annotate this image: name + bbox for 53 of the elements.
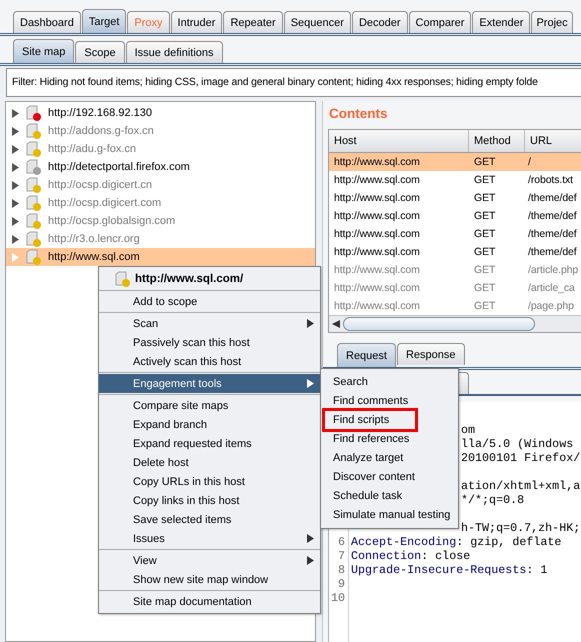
table-cell-text: http://www.sql.com: [333, 210, 421, 222]
table-cell-text: GET: [473, 228, 496, 240]
host-label: http://ocsp.digicert.cn: [48, 179, 152, 191]
code-line: Connection: close: [351, 549, 470, 563]
table-cell-text: http://www.sql.com: [333, 174, 421, 186]
table-cell-text: GET: [473, 174, 496, 186]
host-label: http://ocsp.digicert.com: [48, 197, 162, 209]
table-cell-text: http://www.sql.com: [333, 192, 421, 204]
host-label: http://adu.g-fox.cn: [48, 143, 136, 155]
menu-title: http://www.sql.com/: [135, 273, 244, 285]
line-number: 10: [330, 591, 346, 605]
host-label: http://192.168.92.130: [48, 107, 152, 119]
contents-title: Contents: [328, 105, 388, 123]
line-number: 6: [338, 535, 346, 549]
line-number: 8: [338, 563, 346, 577]
table-cell-text: /article.php: [527, 264, 580, 276]
table-cell-text: GET: [473, 210, 496, 222]
host-label: http://detectportal.firefox.com: [48, 161, 190, 173]
table-cell-text: http://www.sql.com: [333, 156, 421, 168]
host-label: http://www.sql.com: [48, 251, 140, 263]
table-cell-text: http://www.sql.com: [333, 228, 421, 240]
code-line: ation/xhtml+xml,a: [461, 479, 580, 493]
table-cell-text: /robots.txt: [527, 174, 574, 186]
table-cell-text: /theme/def: [527, 246, 578, 258]
filter-text: Filter: Hiding not found items; hiding CSS, image and general binary content; hiding 4xx responses; hiding empty folde: [12, 77, 538, 88]
table-cell-text: /article_ca: [527, 282, 576, 294]
table-cell-text: GET: [473, 282, 496, 294]
table-cell-text: /theme/def: [527, 192, 578, 204]
code-line: Accept-Encoding: gzip, deflate: [351, 535, 562, 549]
table-cell-text: http://www.sql.com: [333, 300, 421, 312]
line-number: 7: [338, 549, 346, 563]
code-line: Upgrade-Insecure-Requests: 1: [351, 563, 548, 577]
code-line: */*;q=0.8: [461, 493, 524, 507]
host-label: http://r3.o.lencr.org: [48, 233, 140, 245]
table-cell-text: /theme/def: [527, 210, 578, 222]
table-cell-text: GET: [473, 192, 496, 204]
code-line: lla/5.0 (Windows: [461, 437, 574, 451]
line-number: 9: [338, 577, 346, 591]
code-line: 20100101 Firefox/: [461, 451, 580, 465]
code-line: om: [461, 423, 476, 437]
table-cell-text: GET: [473, 156, 496, 168]
table-cell-text: GET: [473, 264, 496, 276]
table-cell-text: GET: [473, 300, 496, 312]
table-cell-text: /theme/def: [527, 228, 578, 240]
table-cell-text: http://www.sql.com: [333, 282, 421, 294]
code-line: h-TW;q=0.7,zh-HK;: [461, 521, 580, 535]
table-cell-text: GET: [473, 246, 496, 258]
table-cell-text: http://www.sql.com: [333, 246, 421, 258]
table-cell-text: http://www.sql.com: [333, 264, 421, 276]
table-cell-text: /: [527, 156, 532, 168]
host-label: http://ocsp.globalsign.com: [48, 215, 176, 227]
host-label: http://addons.g-fox.cn: [48, 125, 154, 137]
table-cell-text: /page.php: [527, 300, 575, 312]
